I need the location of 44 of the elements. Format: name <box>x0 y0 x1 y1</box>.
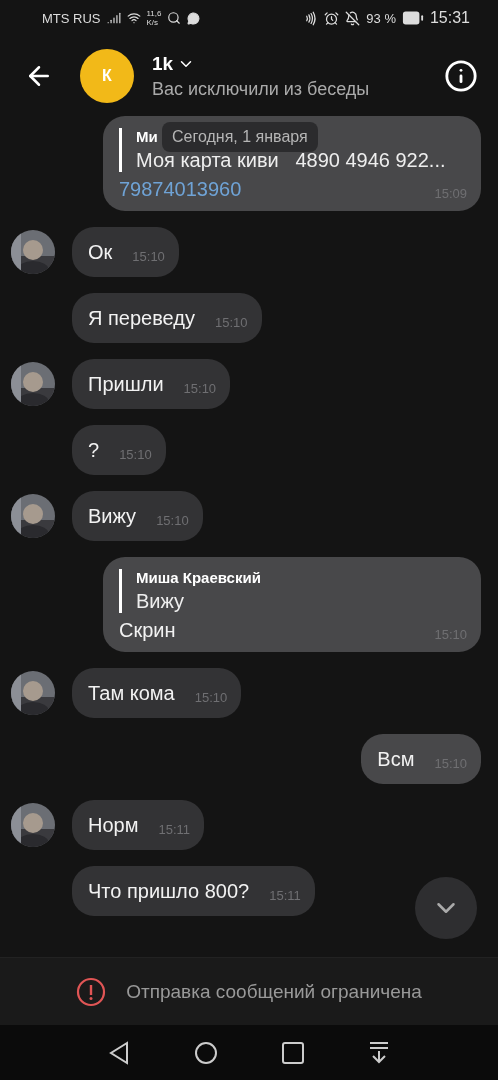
chat-status: Вас исключили из беседы <box>152 78 371 100</box>
message-time: 15:11 <box>157 821 191 837</box>
message-time: 15:10 <box>118 446 152 462</box>
message-time: 15:10 <box>155 512 189 528</box>
info-icon[interactable] <box>444 59 478 93</box>
notification-nav-button[interactable] <box>368 1040 390 1065</box>
chat-title[interactable]: 1k <box>152 52 174 75</box>
recents-nav-button[interactable] <box>282 1041 304 1064</box>
home-nav-button[interactable] <box>194 1040 218 1065</box>
message-time: 15:10 <box>213 314 248 330</box>
reply-author: Миша Краевский <box>136 569 261 586</box>
message-text: Норм <box>88 813 139 837</box>
carrier-name: MTS RUS <box>42 10 101 26</box>
message-text: Всм <box>377 747 415 771</box>
message-time: 15:10 <box>131 248 165 264</box>
message-time: 15:10 <box>182 380 217 396</box>
back-nav-button[interactable] <box>108 1040 130 1065</box>
message-text: Я переведу <box>88 306 195 330</box>
message-text: Ок <box>88 240 113 264</box>
battery-percent: 93 % <box>366 10 396 26</box>
reply-author: Ми <box>136 128 158 145</box>
reply-text: Моя карта киви 4890 4946 922... <box>136 149 447 172</box>
wifi-icon <box>126 11 141 25</box>
chat-avatar: К <box>80 49 134 103</box>
alarm-icon <box>324 10 340 26</box>
warning-icon <box>76 976 107 1007</box>
clock: 15:31 <box>429 9 470 27</box>
message-time: 15:10 <box>193 689 228 705</box>
nfc-icon <box>303 10 319 26</box>
chat-icon <box>187 11 201 25</box>
network-speed: 11,6 K/s <box>146 9 162 27</box>
search-icon <box>167 11 182 25</box>
signal-icon <box>106 11 121 25</box>
bell-off-icon <box>345 10 361 26</box>
message-time: 15:11 <box>268 887 301 903</box>
restriction-notice: Отправка сообщений ограничена <box>126 980 422 1003</box>
message-text: Вижу <box>88 504 137 528</box>
message-text: ? <box>88 438 100 462</box>
date-label: Сегодня, 1 января <box>162 122 318 152</box>
message-text: Пришли <box>88 372 164 396</box>
reply-text: Вижу <box>136 590 186 613</box>
message-text: Скрин <box>119 619 176 642</box>
message-text: Что пришло 800? <box>88 879 250 903</box>
message-text: Там кома <box>88 681 175 705</box>
